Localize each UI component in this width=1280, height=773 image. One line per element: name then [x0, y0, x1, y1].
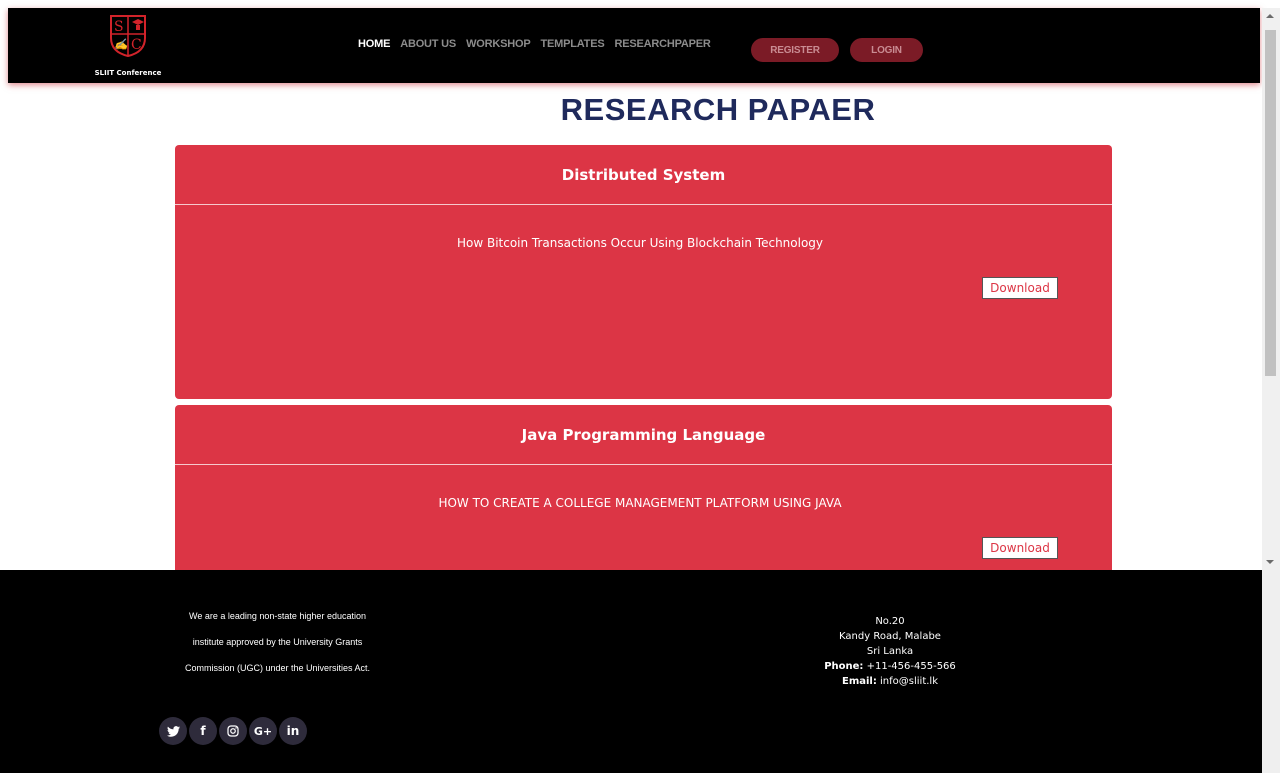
about-line: We are a leading non-state higher educat… — [189, 611, 366, 621]
address-line: Sri Lanka — [866, 646, 914, 657]
email-label: Email: — [841, 676, 877, 687]
linkedin-icon[interactable]: in — [279, 717, 307, 745]
download-button[interactable]: Download — [982, 537, 1058, 559]
login-button[interactable]: LOGIN — [850, 38, 923, 62]
navbar: S ✍ C SLIIT Conference HOME ABOUT US WOR… — [8, 8, 1260, 83]
paper-title: HOW TO CREATE A COLLEGE MANAGEMENT PLATF… — [438, 496, 842, 510]
nav-home[interactable]: HOME — [358, 38, 390, 50]
email-value[interactable]: info@sliit.lk — [880, 676, 938, 687]
footer: We are a leading non-state higher educat… — [0, 570, 1280, 773]
logo-letter-c: C — [131, 37, 142, 53]
paper-title: How Bitcoin Transactions Occur Using Blo… — [456, 236, 824, 250]
nav-templates[interactable]: TEMPLATES — [540, 38, 604, 50]
nav-researchpaper[interactable]: RESEARCHPAPER — [614, 38, 710, 50]
footer-scroll-track — [1262, 570, 1280, 773]
address-line: No.20 — [875, 616, 905, 627]
scroll-up-icon[interactable] — [1266, 14, 1274, 18]
brand-name: SLIIT Conference — [94, 69, 162, 77]
email-line: Email: info@sliit.lk — [760, 674, 1020, 689]
download-button[interactable]: Download — [982, 277, 1058, 299]
scroll-thumb[interactable] — [1265, 30, 1276, 376]
paper-card-java: Java Programming Language HOW TO CREATE … — [175, 405, 1112, 570]
instagram-icon[interactable] — [219, 717, 247, 745]
about-text: We are a leading non-state higher educat… — [150, 603, 405, 681]
page-title: RESEARCH PAPAER — [560, 92, 876, 127]
shield-logo-icon: S ✍ C — [110, 15, 146, 58]
about-line: Commission (UGC) under the Universities … — [184, 663, 371, 673]
svg-text:✍: ✍ — [114, 38, 130, 51]
phone-value: +11-456-455-566 — [866, 661, 956, 672]
phone-label: Phone: — [824, 661, 864, 672]
logo-letter-s: S — [114, 19, 124, 35]
main-nav: HOME ABOUT US WORKSHOP TEMPLATES RESEARC… — [358, 38, 721, 50]
paper-category: Distributed System — [175, 145, 1112, 205]
scroll-down-icon[interactable] — [1266, 560, 1274, 564]
social-links: f G+ in — [159, 717, 309, 745]
register-button[interactable]: REGISTER — [751, 38, 839, 62]
twitter-icon[interactable] — [159, 717, 187, 745]
google-plus-icon[interactable]: G+ — [249, 717, 277, 745]
nav-workshop[interactable]: WORKSHOP — [466, 38, 531, 50]
facebook-icon[interactable]: f — [189, 717, 217, 745]
paper-category: Java Programming Language — [175, 405, 1112, 465]
top-strip — [0, 0, 1280, 8]
paper-card-distributed-system: Distributed System How Bitcoin Transacti… — [175, 145, 1112, 399]
address-line: Kandy Road, Malabe — [839, 631, 941, 642]
about-line: institute approved by the University Gra… — [192, 637, 363, 647]
contact-info: No.20 Kandy Road, Malabe Sri Lanka Phone… — [760, 614, 1020, 689]
site-logo[interactable]: S ✍ C SLIIT Conference — [84, 14, 172, 78]
phone-line: Phone: +11-456-455-566 — [760, 659, 1020, 674]
nav-about-us[interactable]: ABOUT US — [400, 38, 456, 50]
